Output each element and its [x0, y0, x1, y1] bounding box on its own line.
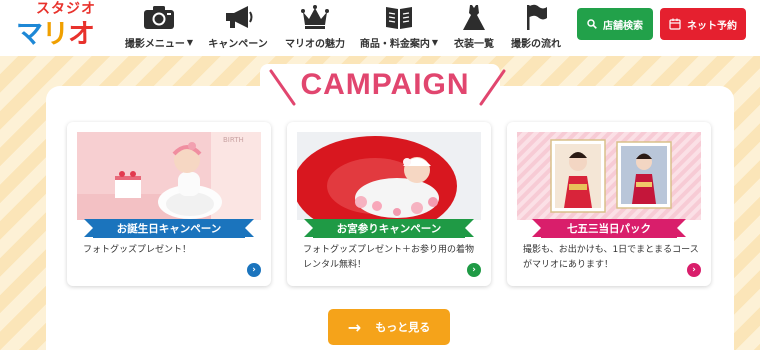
book-icon [382, 2, 416, 32]
store-search-label: 店舗検索 [603, 20, 643, 32]
chevron-down-icon: ▼ [186, 38, 194, 47]
nav-shooting-menu[interactable]: 撮影メニュー ▼ [124, 0, 194, 50]
nav-label-shooting-flow: 撮影の流れ [511, 39, 561, 50]
crown-icon [298, 2, 332, 32]
card-description: 撮影も、お出かけも、1日でまとまるコースがマリオにあります！ [523, 245, 699, 270]
birthday-ribbon: お誕生日キャンペーン [84, 219, 254, 238]
megaphone-icon [221, 2, 255, 32]
left-slash-decoration [269, 69, 296, 106]
chevron-right-icon[interactable]: › [247, 263, 261, 277]
calendar-icon [669, 18, 681, 30]
ribbon-label: お宮参りキャンペーン [336, 223, 442, 235]
see-more-label: もっと見る [375, 321, 431, 334]
nav-label-costume-list: 衣装一覧 [454, 39, 494, 50]
arrow-right-icon: → [347, 317, 362, 337]
card-description: フォトグッズプレゼント！ [83, 245, 192, 255]
shichigosan-ribbon: 七五三当日パック [532, 219, 686, 238]
flag-icon [519, 2, 553, 32]
see-more-button[interactable]: → もっと見る [328, 309, 450, 345]
dress-icon [457, 2, 491, 32]
logo-main-text: マリオ [16, 19, 95, 50]
campaign-card-omiyamairi[interactable]: お宮参りキャンペーン フォトグッズプレゼント＋お参り用の着物レンタル無料！ › [287, 122, 491, 286]
birthday-photo: BIRTH [77, 132, 261, 220]
nav-campaign[interactable]: キャンペーン [205, 0, 271, 50]
right-slash-decoration [479, 69, 506, 106]
site-logo[interactable]: スタジオ マリオ [14, 0, 106, 50]
nav-label-mario-appeal: マリオの魅力 [285, 39, 345, 50]
nav-mario-appeal[interactable]: マリオの魅力 [281, 0, 349, 50]
chevron-right-icon[interactable]: › [467, 263, 481, 277]
net-reserve-label: ネット予約 [687, 20, 737, 32]
card-description: フォトグッズプレゼント＋お参り用の着物レンタル無料！ [303, 245, 475, 270]
chevron-down-icon: ▼ [431, 38, 439, 47]
nav-label-campaign: キャンペーン [208, 39, 268, 50]
section-title: CAMPAIGN [300, 68, 470, 101]
nav-label-products-prices: 商品・料金案内 [359, 39, 430, 50]
site-header: スタジオ マリオ 撮影メニュー ▼ キャンペーン マリオの魅力 商品・料金案内 … [0, 0, 760, 56]
campaign-card-birthday[interactable]: BIRTH お誕生日キャンペーン フォトグッズプレゼント！ › [67, 122, 271, 286]
camera-icon [142, 2, 176, 32]
nav-shooting-flow[interactable]: 撮影の流れ [507, 0, 565, 50]
nav-products-prices[interactable]: 商品・料金案内 ▼ [358, 0, 440, 50]
nav-costume-list[interactable]: 衣装一覧 [449, 0, 499, 50]
ribbon-label: 七五三当日パック [567, 223, 651, 235]
search-icon [587, 19, 597, 29]
omiyamairi-ribbon: お宮参りキャンペーン [304, 219, 474, 238]
net-reserve-button[interactable]: ネット予約 [660, 8, 746, 40]
campaign-card-shichigosan[interactable]: 七五三当日パック 撮影も、お出かけも、1日でまとまるコースがマリオにあります！ … [507, 122, 711, 286]
store-search-button[interactable]: 店舗検索 [577, 8, 653, 40]
omiyamairi-photo [297, 132, 481, 220]
nav-label-shooting-menu: 撮影メニュー [124, 39, 185, 50]
shichigosan-photo [517, 132, 701, 220]
ribbon-label: お誕生日キャンペーン [116, 223, 222, 235]
chevron-right-icon[interactable]: › [687, 263, 701, 277]
svg-text:BIRTH: BIRTH [223, 136, 244, 144]
